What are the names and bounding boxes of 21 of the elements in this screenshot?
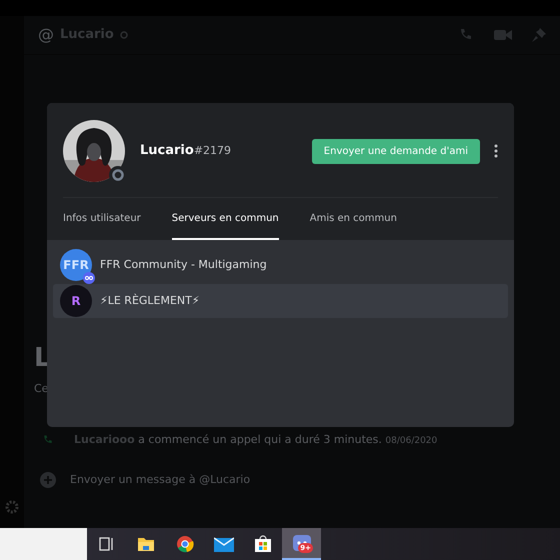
task-view-icon: [98, 537, 114, 551]
server-item[interactable]: R ⚡LE RÈGLEMENT⚡: [53, 284, 508, 318]
tab[interactable]: Infos utilisateur: [63, 198, 141, 240]
browser-icon: [176, 535, 194, 553]
tab[interactable]: Serveurs en commun: [172, 198, 279, 240]
message-input[interactable]: Envoyer un message à @Lucario: [70, 472, 370, 488]
status-icon: [120, 31, 128, 39]
status-icon: [109, 166, 127, 184]
phone-icon: [42, 434, 54, 446]
mail-icon: [214, 536, 234, 552]
server-icon: FFR: [60, 249, 92, 281]
server-name: FFR Community - Multigaming: [100, 256, 267, 273]
username: Lucario#2179: [140, 142, 232, 160]
at-sign-icon: @: [38, 23, 54, 47]
server-icon: R: [60, 285, 92, 317]
store-icon: [254, 535, 272, 553]
server-name: ⚡LE RÈGLEMENT⚡: [100, 292, 200, 309]
tab[interactable]: Amis en commun: [310, 198, 397, 240]
folder-icon: [136, 536, 154, 552]
more-options-icon[interactable]: [494, 144, 498, 158]
server-item[interactable]: FFR FFR Community - Multigaming: [53, 248, 508, 282]
